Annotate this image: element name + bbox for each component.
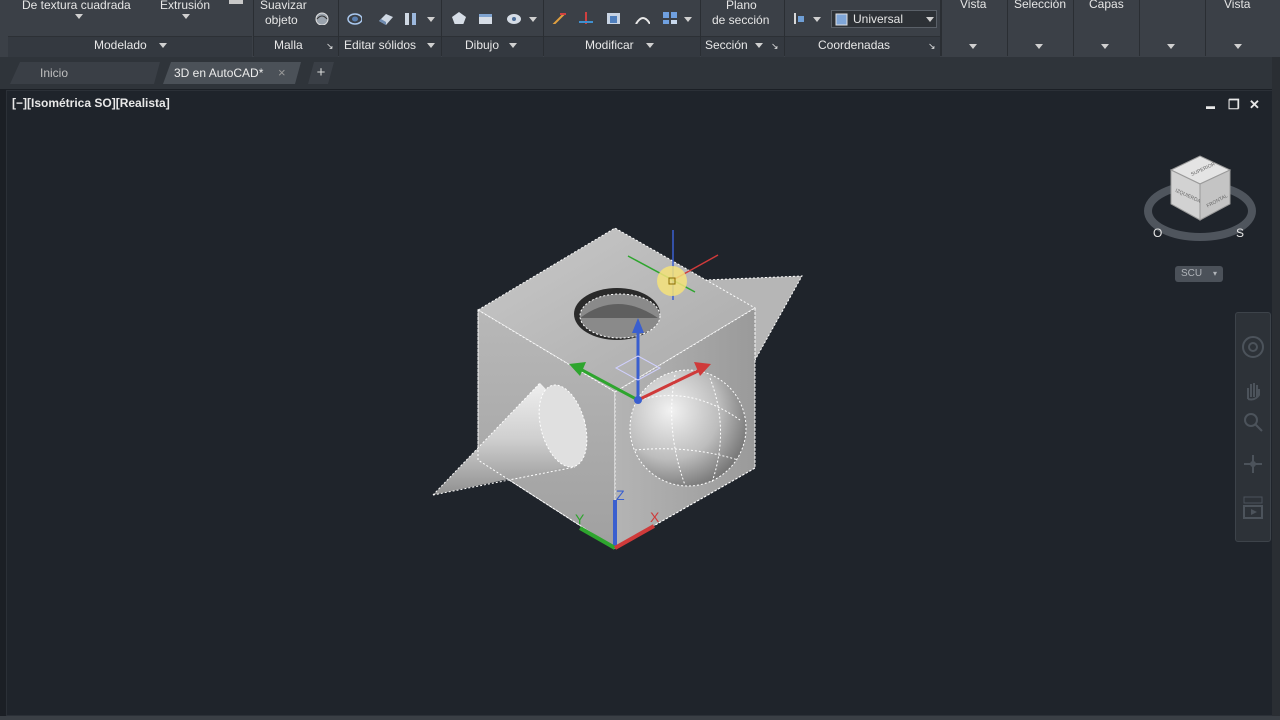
- ucs-icon[interactable]: [792, 10, 808, 24]
- fillet-icon[interactable]: [550, 10, 566, 24]
- plus-icon: +: [316, 64, 326, 81]
- close-icon[interactable]: ✕: [1249, 97, 1260, 113]
- chevron-down-icon[interactable]: [684, 17, 692, 22]
- capas-group[interactable]: Capas: [1073, 0, 1138, 56]
- move-3d-icon[interactable]: [577, 10, 593, 24]
- panel-modelado-title[interactable]: Modelado: [94, 38, 147, 52]
- chevron-down-icon[interactable]: [159, 43, 167, 48]
- chevron-down-icon[interactable]: [509, 43, 517, 48]
- zoom-icon[interactable]: [1242, 411, 1264, 433]
- dialog-launcher-icon[interactable]: ↘: [771, 41, 779, 52]
- status-strip: [0, 716, 1280, 720]
- vista-group[interactable]: Vista: [941, 0, 1006, 56]
- vista2-label: Vista: [1224, 0, 1251, 11]
- tab-3d-en-autocad[interactable]: 3D en AutoCAD* ×: [163, 62, 301, 84]
- tab-inicio[interactable]: Inicio: [10, 62, 160, 84]
- panel-dibujo-title[interactable]: Dibujo: [465, 38, 499, 52]
- showmotion-icon[interactable]: [1242, 495, 1264, 521]
- capas-label: Capas: [1089, 0, 1124, 11]
- compass-west-label[interactable]: O: [1153, 226, 1162, 240]
- ribbon: De textura cuadrada Extrusión Suavizar o…: [0, 0, 1280, 58]
- chevron-down-icon[interactable]: [427, 43, 435, 48]
- orbit-icon[interactable]: [1242, 453, 1264, 475]
- viewport-controls-label[interactable]: [−][Isométrica SO][Realista]: [12, 96, 170, 110]
- chevron-down-icon: [969, 44, 977, 49]
- textura-cuadrada-button[interactable]: De textura cuadrada: [22, 0, 131, 12]
- chevron-down-icon[interactable]: [529, 17, 537, 22]
- vista-label: Vista: [960, 0, 987, 11]
- plano-seccion-label: de sección: [712, 13, 770, 27]
- chevron-down-icon: [926, 17, 934, 22]
- panel-seccion-title[interactable]: Sección: [705, 38, 748, 52]
- ucs-x-label: X: [650, 509, 660, 525]
- viewcube[interactable]: SUPERIOR IZQUIERDA FRONTAL O S: [1140, 150, 1265, 250]
- chevron-down-icon: [1035, 44, 1043, 49]
- union-icon[interactable]: [346, 11, 362, 25]
- close-tab-icon[interactable]: ×: [278, 62, 286, 84]
- chevron-down-icon: [1167, 44, 1175, 49]
- extrusion-button[interactable]: Extrusión: [160, 0, 210, 12]
- chevron-down-icon[interactable]: [75, 14, 83, 19]
- chevron-down-icon[interactable]: [182, 14, 190, 19]
- tool-icon[interactable]: [229, 0, 243, 4]
- coordinate-system-select[interactable]: Universal: [831, 10, 937, 28]
- panel-malla-title[interactable]: Malla: [274, 38, 303, 52]
- chevron-down-icon[interactable]: [755, 43, 763, 48]
- minimize-icon[interactable]: ▬: [1206, 101, 1215, 111]
- pan-icon[interactable]: [1242, 379, 1264, 401]
- suavizar-objeto-button[interactable]: Suavizar: [260, 0, 307, 12]
- align-icon[interactable]: [605, 10, 621, 24]
- panel-coordenadas-title[interactable]: Coordenadas: [818, 38, 890, 52]
- polygon-icon[interactable]: [450, 10, 466, 24]
- grid-array-icon[interactable]: [661, 10, 677, 24]
- globe-icon: [835, 13, 848, 26]
- chevron-down-icon: [1234, 44, 1242, 49]
- rectangle-icon[interactable]: [477, 11, 493, 25]
- tab-doc-label: 3D en AutoCAD*: [174, 66, 264, 80]
- mesh-smooth-icon[interactable]: [314, 11, 330, 25]
- compass-south-label[interactable]: S: [1236, 226, 1244, 240]
- ucs-y-label: Y: [575, 511, 585, 527]
- ucs-menu-button[interactable]: SCU ▾: [1175, 266, 1223, 282]
- chevron-down-icon: ▾: [1212, 269, 1217, 278]
- cursor-highlight: [657, 266, 687, 296]
- vertical-scrollbar[interactable]: [1272, 57, 1280, 717]
- chevron-down-icon: [1101, 44, 1109, 49]
- ucs-menu-label: SCU: [1181, 268, 1203, 279]
- restore-icon[interactable]: ❐: [1228, 97, 1240, 113]
- dialog-launcher-icon[interactable]: ↘: [326, 41, 334, 52]
- extract-icon[interactable]: [403, 11, 419, 25]
- steering-wheel-icon[interactable]: [1241, 335, 1265, 359]
- array-icon[interactable]: [634, 10, 650, 24]
- ucs-z-label: Z: [616, 487, 625, 503]
- move-gizmo[interactable]: Z Y X: [560, 225, 740, 565]
- chevron-down-icon[interactable]: [646, 43, 654, 48]
- chevron-down-icon[interactable]: [427, 17, 435, 22]
- panel-modificar-title[interactable]: Modificar: [585, 38, 634, 52]
- dialog-launcher-icon[interactable]: ↘: [928, 41, 936, 52]
- tab-inicio-label: Inicio: [40, 66, 69, 80]
- seleccion-group[interactable]: Selección: [1007, 0, 1072, 56]
- chevron-down-icon[interactable]: [813, 17, 821, 22]
- plano-seccion-button[interactable]: Plano: [726, 0, 757, 12]
- navigation-bar: [1235, 312, 1271, 542]
- ellipse-icon[interactable]: [505, 11, 521, 25]
- seleccion-label: Selección: [1014, 0, 1067, 11]
- suavizar-objeto-label: objeto: [265, 13, 298, 27]
- group-collapsed[interactable]: [1139, 0, 1204, 56]
- panel-editar-solidos-title[interactable]: Editar sólidos: [344, 38, 416, 52]
- slice-icon[interactable]: [377, 11, 393, 25]
- vista2-group[interactable]: Vista: [1205, 0, 1272, 56]
- coordinate-system-value: Universal: [853, 12, 904, 26]
